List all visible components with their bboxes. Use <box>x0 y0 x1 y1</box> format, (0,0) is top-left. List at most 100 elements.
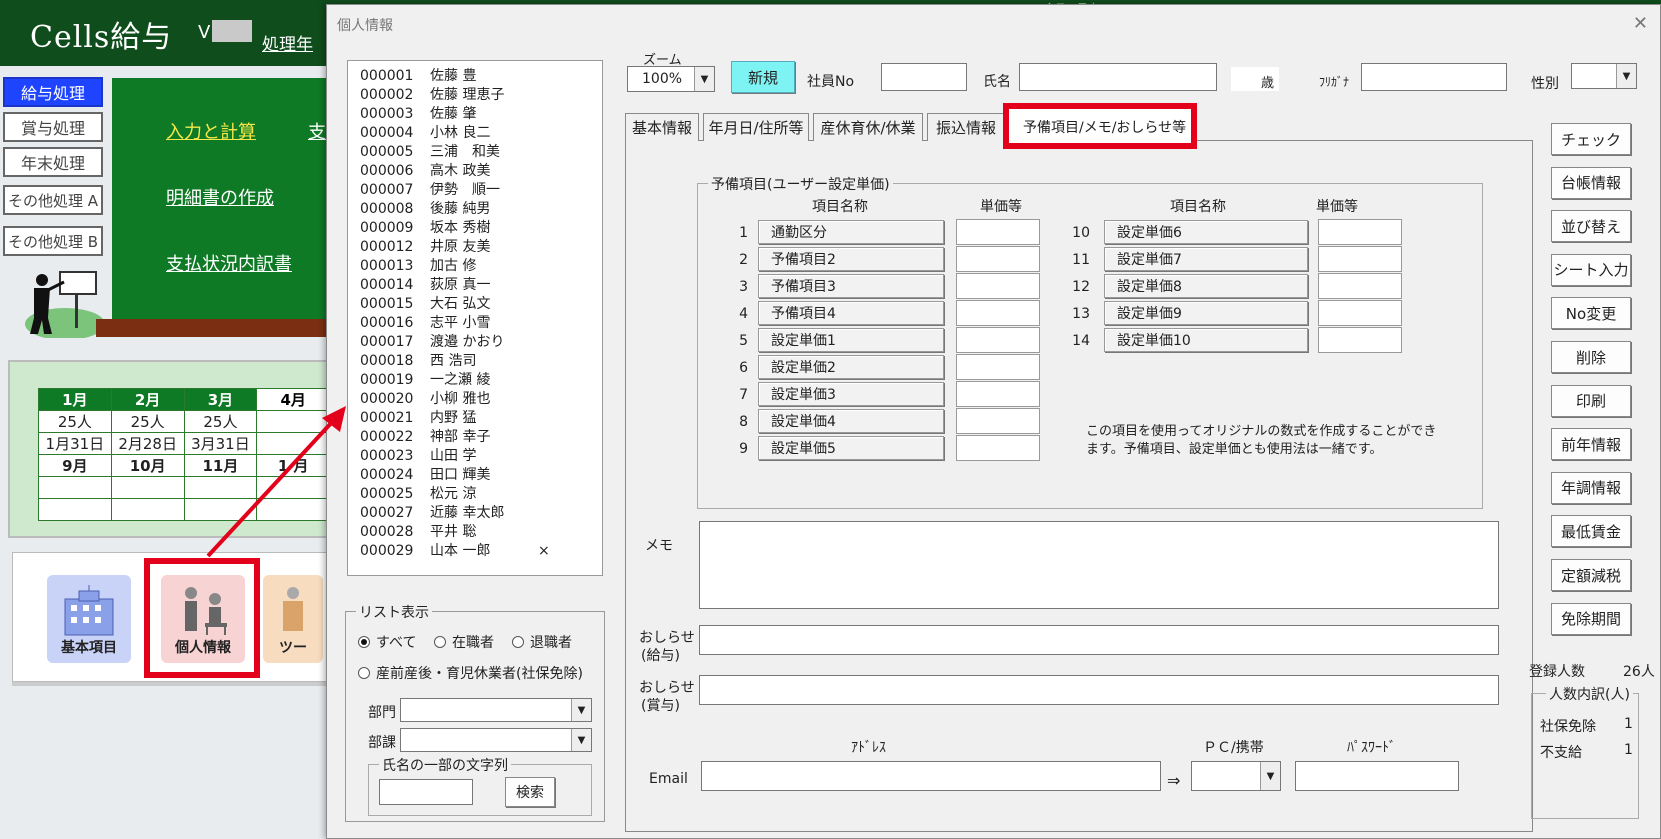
side-button[interactable]: 削除 <box>1551 341 1631 373</box>
item-price-input[interactable] <box>956 354 1040 380</box>
side-button[interactable]: 定額減税 <box>1551 559 1631 591</box>
month-cell[interactable]: 1月 <box>38 388 112 411</box>
item-name-field[interactable]: 予備項目4 <box>758 301 944 325</box>
radio-leave[interactable]: 産前産後・育児休業者(社保免除) <box>358 663 583 683</box>
tab-dates-address[interactable]: 年月日/住所等 <box>703 113 809 141</box>
employee-row[interactable]: 000003 佐藤 肇 <box>360 105 602 124</box>
item-price-input[interactable] <box>956 408 1040 434</box>
menu-yearend-button[interactable]: 年末処理 <box>3 147 103 177</box>
item-name-field[interactable]: 設定単価4 <box>758 409 944 433</box>
side-button[interactable]: 免除期間 <box>1551 602 1631 635</box>
employee-row[interactable]: 000013 加古 修 <box>360 257 602 276</box>
search-button[interactable]: 検索 <box>505 777 555 807</box>
close-icon[interactable]: ✕ <box>1633 13 1648 34</box>
month-cell[interactable]: 9月 <box>38 454 112 477</box>
tools-button[interactable]: ツー <box>263 575 323 663</box>
employee-row[interactable]: 000015 大石 弘文 <box>360 295 602 314</box>
name-input[interactable] <box>1019 63 1217 91</box>
side-button[interactable]: 台帳情報 <box>1551 166 1631 199</box>
menu-salary-button[interactable]: 給与処理 <box>3 77 103 107</box>
tab-transfer[interactable]: 振込情報 <box>927 113 1005 141</box>
employee-list[interactable]: 000001 佐藤 豊 000002 佐藤 理恵子 000003 佐藤 肇 000004 小林… <box>347 60 603 576</box>
item-name-field[interactable]: 予備項目2 <box>758 247 944 271</box>
item-price-input[interactable] <box>1318 246 1402 272</box>
gender-select[interactable]: ▼ <box>1571 63 1637 89</box>
month-cell[interactable]: 4月 <box>256 388 330 411</box>
item-name-field[interactable]: 設定単価7 <box>1104 247 1308 271</box>
name-search-input[interactable] <box>379 779 473 805</box>
item-price-input[interactable] <box>956 435 1040 461</box>
side-button[interactable]: 前年情報 <box>1551 428 1631 461</box>
employee-row[interactable]: 000018 西 浩司 <box>360 352 602 371</box>
month-cell[interactable]: 3月 <box>183 388 258 411</box>
notice-salary-input[interactable] <box>699 625 1499 655</box>
item-price-input[interactable] <box>1318 273 1402 299</box>
employee-row[interactable]: 000025 松元 涼 <box>360 485 602 504</box>
radio-retired[interactable]: 退職者 <box>512 632 572 652</box>
side-button[interactable]: チェック <box>1551 123 1631 155</box>
item-name-field[interactable]: 設定単価1 <box>758 328 944 352</box>
month-cell[interactable]: 2月 <box>110 388 185 411</box>
employee-row[interactable]: 000024 田口 輝美 <box>360 466 602 485</box>
employee-row[interactable]: 000016 志平 小雪 <box>360 314 602 333</box>
payment-link[interactable]: 支 <box>308 118 326 144</box>
item-price-input[interactable] <box>1318 300 1402 326</box>
employee-row[interactable]: 000002 佐藤 理恵子 <box>360 86 602 105</box>
item-price-input[interactable] <box>956 219 1040 245</box>
email-address-input[interactable] <box>701 761 1161 791</box>
process-year-link[interactable]: 処理年 <box>262 30 313 55</box>
employee-row[interactable]: 000019 一之瀬 綾 <box>360 371 602 390</box>
item-name-field[interactable]: 設定単価3 <box>758 382 944 406</box>
employee-row[interactable]: 000004 小林 良二 <box>360 124 602 143</box>
employee-row[interactable]: 000007 伊勢 順一 <box>360 181 602 200</box>
tab-basic-info[interactable]: 基本情報 <box>625 113 699 141</box>
item-name-field[interactable]: 設定単価9 <box>1104 301 1308 325</box>
side-button[interactable]: 並び替え <box>1551 210 1631 243</box>
item-price-input[interactable] <box>956 327 1040 353</box>
input-calc-link[interactable]: 入力と計算 <box>166 118 256 144</box>
side-button[interactable]: 印刷 <box>1551 384 1631 417</box>
payment-status-link[interactable]: 支払状況内訳書 <box>166 250 292 276</box>
furigana-input[interactable] <box>1361 63 1507 91</box>
month-cell[interactable]: 10月 <box>110 454 185 477</box>
dept-select[interactable]: ▼ <box>400 698 592 722</box>
menu-other-a-button[interactable]: その他処理 A <box>3 185 103 215</box>
employee-no-input[interactable] <box>881 63 967 91</box>
employee-row[interactable]: 000020 小柳 雅也 <box>360 390 602 409</box>
month-cell[interactable]: 11月 <box>183 454 258 477</box>
item-price-input[interactable] <box>956 300 1040 326</box>
side-button[interactable]: シート入力 <box>1551 253 1631 286</box>
email-device-select[interactable]: ▼ <box>1191 761 1281 791</box>
item-name-field[interactable]: 設定単価5 <box>758 436 944 460</box>
item-price-input[interactable] <box>956 381 1040 407</box>
item-name-field[interactable]: 通勤区分 <box>758 220 944 244</box>
month-cell[interactable]: 1 月 <box>256 454 330 477</box>
section-select[interactable]: ▼ <box>400 728 592 752</box>
item-name-field[interactable]: 設定単価6 <box>1104 220 1308 244</box>
tab-reserve-memo[interactable]: 予備項目/メモ/おしらせ等 <box>1003 103 1197 149</box>
employee-row[interactable]: 000027 近藤 幸太郎 <box>360 504 602 523</box>
side-button[interactable]: 年調情報 <box>1551 471 1631 504</box>
employee-row[interactable]: 000022 神部 幸子 <box>360 428 602 447</box>
tab-leave[interactable]: 産休育休/休業 <box>813 113 923 141</box>
radio-active[interactable]: 在職者 <box>434 632 494 652</box>
employee-row[interactable]: 000017 渡邉 かおり <box>360 333 602 352</box>
item-name-field[interactable]: 設定単価10 <box>1104 328 1308 352</box>
new-button[interactable]: 新規 <box>731 61 795 93</box>
side-button[interactable]: 最低賃金 <box>1551 515 1631 548</box>
payslip-link[interactable]: 明細書の作成 <box>166 184 274 210</box>
employee-row[interactable]: 000014 荻原 真一 <box>360 276 602 295</box>
zoom-select[interactable]: 100% ▼ <box>627 66 715 92</box>
employee-row[interactable]: 000012 井原 友美 <box>360 238 602 257</box>
employee-row[interactable]: 000006 高木 政美 <box>360 162 602 181</box>
menu-bonus-button[interactable]: 賞与処理 <box>3 112 103 142</box>
item-name-field[interactable]: 設定単価8 <box>1104 274 1308 298</box>
notice-bonus-input[interactable] <box>699 675 1499 705</box>
employee-row[interactable]: 000001 佐藤 豊 <box>360 67 602 86</box>
employee-row[interactable]: 000029 山本 一郎 × <box>360 542 602 561</box>
menu-other-b-button[interactable]: その他処理 B <box>3 226 103 256</box>
item-name-field[interactable]: 予備項目3 <box>758 274 944 298</box>
item-price-input[interactable] <box>956 273 1040 299</box>
item-price-input[interactable] <box>1318 219 1402 245</box>
radio-all[interactable]: すべて <box>358 632 416 652</box>
